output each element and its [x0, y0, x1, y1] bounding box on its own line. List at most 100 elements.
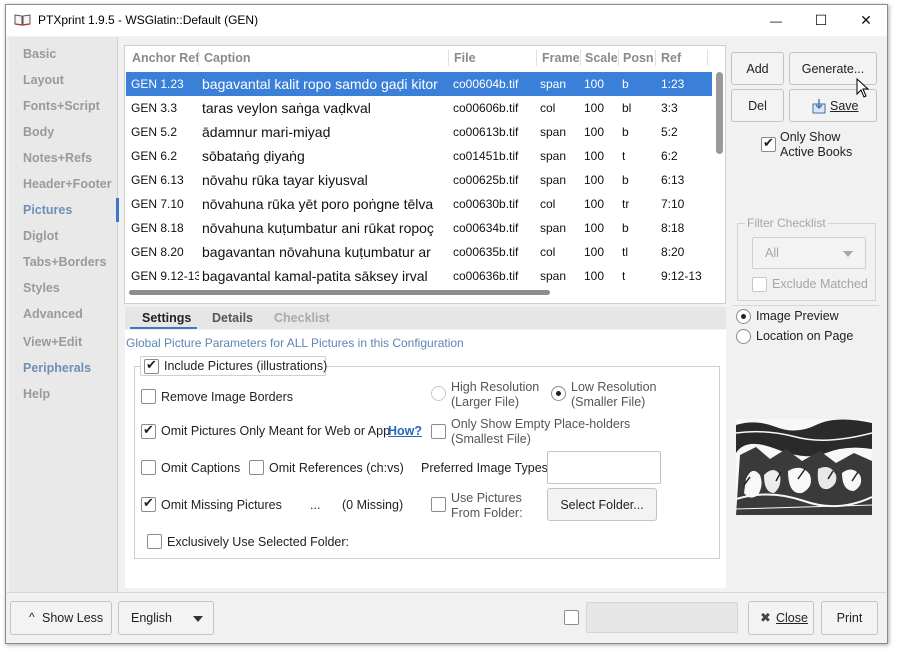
table-row[interactable]: GEN 1.23 bagavantal kalit ropo samdo gaḍ… — [126, 72, 712, 96]
save-icon — [812, 99, 826, 114]
include-pictures-checkbox[interactable] — [144, 357, 159, 374]
empty-placeholders-sublabel: (Smallest File) — [451, 432, 531, 446]
sidebar-item-tabs-borders[interactable]: Tabs+Borders — [23, 255, 106, 269]
sidebar-item-notes-refs[interactable]: Notes+Refs — [23, 151, 92, 165]
table-row[interactable]: GEN 9.12-13 bagavantal kamal-patita sāks… — [126, 264, 712, 288]
close-window-button[interactable]: ✕ — [843, 5, 889, 36]
empty-placeholders-checkbox[interactable] — [431, 424, 446, 439]
cell-anchor: GEN 1.23 — [131, 77, 184, 91]
high-resolution-radio[interactable] — [431, 386, 446, 401]
cell-scale: 100 — [584, 101, 605, 115]
sidebar-active-indicator — [116, 198, 119, 222]
preferred-types-input[interactable] — [547, 451, 661, 484]
cell-ref: 1:23 — [661, 77, 685, 91]
cell-scale: 100 — [584, 245, 605, 259]
cell-posn: bl — [622, 101, 632, 115]
table-row[interactable]: GEN 6.13 nōvahu rūka tayar kiyusval co00… — [126, 168, 712, 192]
sidebar-item-fonts-script[interactable]: Fonts+Script — [23, 99, 100, 113]
omit-missing-label: Omit Missing Pictures — [161, 498, 282, 512]
table-row[interactable]: GEN 3.3 taras veylon saṅga vaḍkval co006… — [126, 96, 712, 120]
location-on-page-radio[interactable] — [736, 329, 751, 344]
omit-references-label: Omit References (ch:vs) — [269, 461, 404, 475]
cell-file: co00606b.tif — [453, 101, 519, 115]
column-separator — [707, 50, 708, 66]
remove-borders-checkbox[interactable] — [141, 389, 156, 404]
tab-details[interactable]: Details — [212, 307, 253, 329]
use-folder-label: Use Pictures — [451, 491, 522, 505]
missing-count-label: (0 Missing) — [342, 498, 404, 512]
omit-missing-checkbox[interactable] — [141, 495, 156, 512]
omit-captions-checkbox[interactable] — [141, 460, 156, 475]
cell-frame: span — [540, 77, 567, 91]
cell-posn: b — [622, 173, 629, 187]
omit-web-checkbox[interactable] — [141, 422, 156, 439]
generate-label: Generate... — [801, 61, 865, 76]
language-dropdown[interactable]: English — [118, 601, 214, 635]
low-resolution-radio[interactable] — [551, 386, 566, 401]
sidebar-item-peripherals[interactable]: Peripherals — [23, 361, 91, 375]
column-header-frame[interactable]: Frame — [542, 46, 580, 70]
filter-dropdown[interactable]: All — [752, 237, 866, 269]
print-button[interactable]: Print — [821, 601, 878, 635]
sidebar-item-diglot[interactable]: Diglot — [23, 229, 58, 243]
exclude-matched-checkbox[interactable] — [752, 277, 767, 292]
global-params-label: Global Picture Parameters for ALL Pictur… — [126, 336, 464, 350]
column-header-anchor-ref[interactable]: Anchor Ref — [132, 46, 199, 70]
use-folder-checkbox[interactable] — [431, 497, 446, 512]
tab-bar: Settings Details Checklist — [125, 307, 726, 329]
table-vertical-scrollbar[interactable] — [716, 72, 723, 154]
minimize-icon: — — [770, 14, 782, 28]
sidebar-item-layout[interactable]: Layout — [23, 73, 64, 87]
column-header-ref[interactable]: Ref — [661, 46, 681, 70]
minimize-button[interactable]: — — [753, 5, 799, 36]
sidebar-item-pictures[interactable]: Pictures — [23, 203, 72, 217]
sidebar-item-basic[interactable]: Basic — [23, 47, 56, 61]
tab-checklist[interactable]: Checklist — [274, 307, 330, 329]
column-separator — [198, 50, 199, 66]
high-resolution-sublabel: (Larger File) — [451, 395, 520, 409]
sidebar-item-advanced[interactable]: Advanced — [23, 307, 83, 321]
exclusive-folder-checkbox[interactable] — [147, 534, 162, 549]
table-row[interactable]: GEN 8.18 nōvahuna kuṭumbatur ani rūkat r… — [126, 216, 712, 240]
title-bar: PTXprint 1.9.5 - WSGlatin::Default (GEN)… — [6, 5, 887, 36]
only-active-books-checkbox[interactable] — [761, 135, 776, 152]
column-header-posn[interactable]: Posn — [623, 46, 654, 70]
sidebar-item-help[interactable]: Help — [23, 387, 50, 401]
maximize-button[interactable]: ☐ — [798, 5, 844, 36]
table-row[interactable]: GEN 6.2 sōbataṅg ḍiyaṅg co01451b.tif spa… — [126, 144, 712, 168]
cell-posn: b — [622, 125, 629, 139]
cell-file: co00625b.tif — [453, 173, 519, 187]
cell-ref: 6:13 — [661, 173, 685, 187]
sidebar-item-view-edit[interactable]: View+Edit — [23, 335, 82, 349]
save-label: Save — [830, 99, 859, 113]
add-button[interactable]: Add — [731, 52, 784, 85]
active-tab-indicator — [130, 327, 197, 329]
mouse-cursor-icon — [856, 78, 870, 98]
table-row[interactable]: GEN 7.10 nōvahuna rūka yēt poro poṅgne t… — [126, 192, 712, 216]
table-row[interactable]: GEN 5.2 ādamnur mari-miyaḍ co00613b.tif … — [126, 120, 712, 144]
column-separator — [536, 50, 537, 66]
chevron-down-icon — [193, 616, 203, 622]
missing-ellipsis[interactable]: ... — [310, 498, 320, 512]
tab-settings[interactable]: Settings — [142, 307, 191, 329]
cell-scale: 100 — [584, 149, 605, 163]
sidebar-item-body[interactable]: Body — [23, 125, 54, 139]
sidebar-item-header-footer[interactable]: Header+Footer — [23, 177, 112, 191]
table-horizontal-scrollbar[interactable] — [129, 290, 550, 295]
show-less-button[interactable]: ^ Show Less — [10, 601, 112, 635]
chevron-down-icon — [843, 251, 853, 257]
status-checkbox[interactable] — [564, 610, 579, 625]
column-header-caption[interactable]: Caption — [204, 46, 251, 70]
select-folder-button[interactable]: Select Folder... — [547, 488, 657, 521]
close-button[interactable]: ✖ Close — [748, 601, 814, 635]
cell-caption: bagavantan nōvahuna kuṭumbatur ar — [202, 244, 431, 260]
table-row[interactable]: GEN 8.20 bagavantan nōvahuna kuṭumbatur … — [126, 240, 712, 264]
column-header-scale[interactable]: Scale — [585, 46, 618, 70]
del-button[interactable]: Del — [731, 89, 784, 122]
how-link[interactable]: How? — [388, 424, 422, 438]
column-header-file[interactable]: File — [454, 46, 476, 70]
book-icon — [14, 14, 31, 26]
omit-references-checkbox[interactable] — [249, 460, 264, 475]
image-preview-radio[interactable] — [736, 309, 751, 324]
sidebar-item-styles[interactable]: Styles — [23, 281, 60, 295]
